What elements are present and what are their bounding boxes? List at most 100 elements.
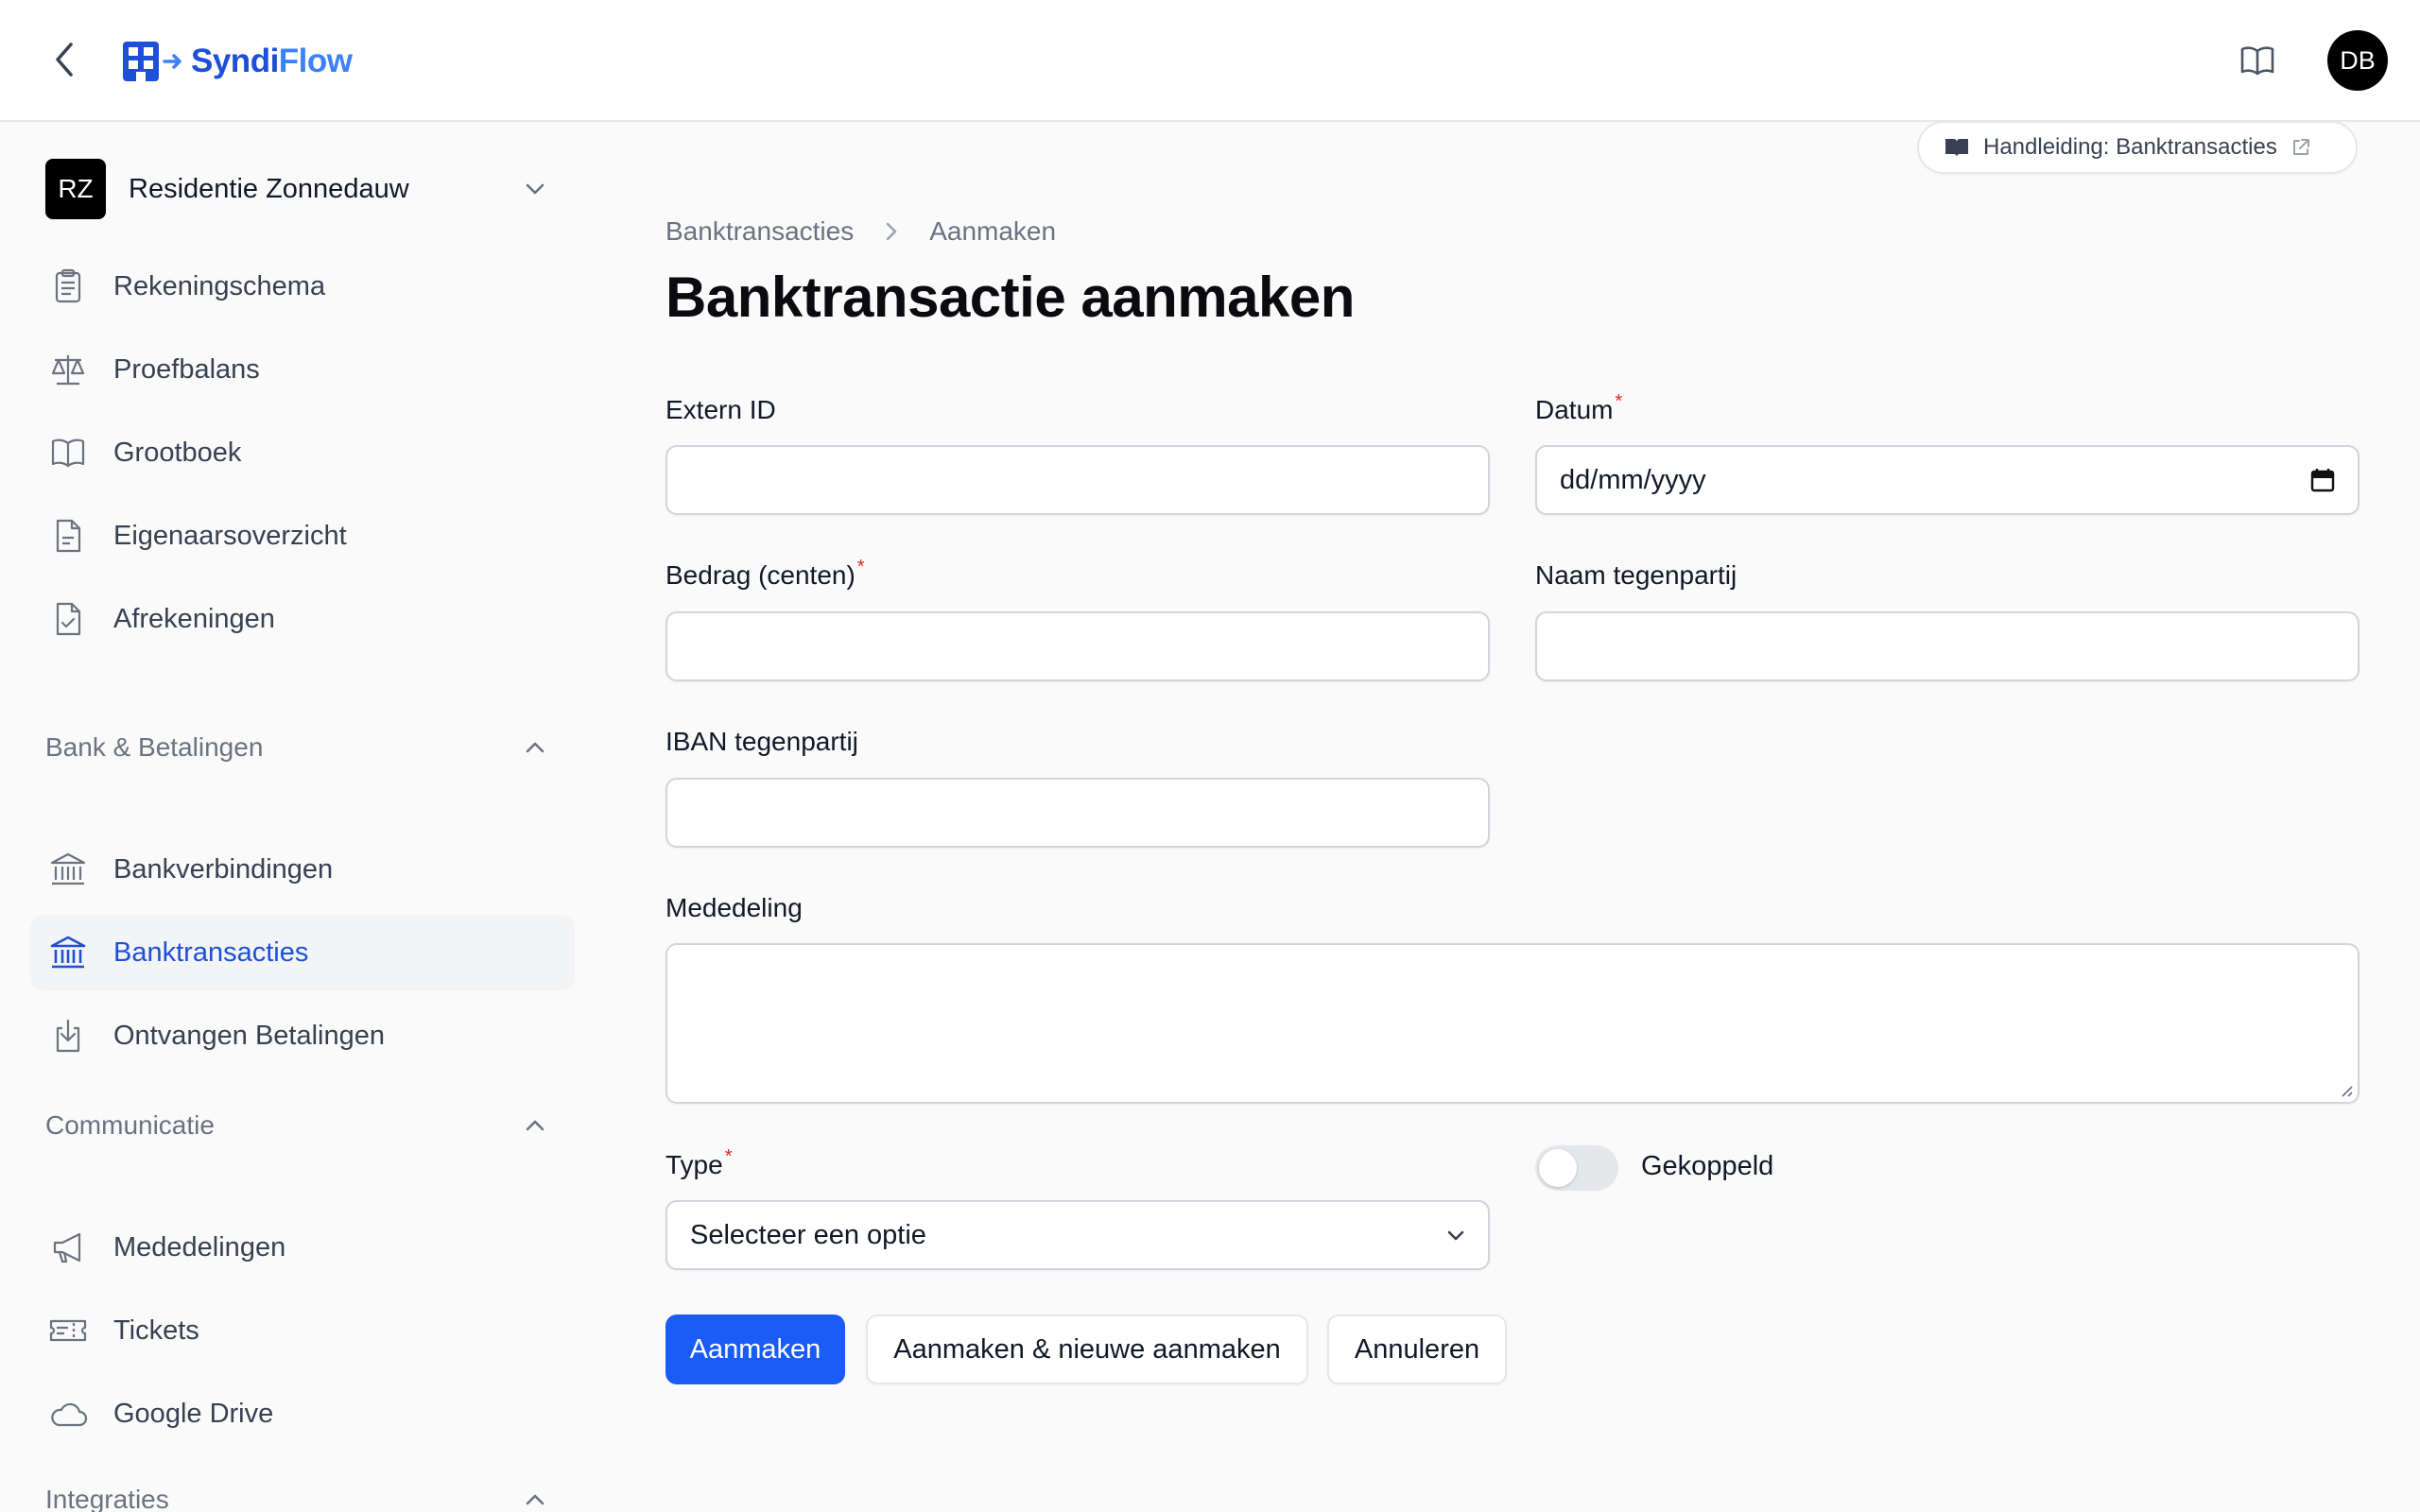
chevron-up-icon <box>526 742 544 753</box>
required-marker: * <box>1615 391 1623 412</box>
sidebar: RZ Residentie Zonnedauw Rekeningschema P… <box>0 124 586 1512</box>
chevron-left-icon <box>56 43 73 77</box>
sidebar-item-label: Mededelingen <box>113 1231 286 1263</box>
sidebar-item-grootboek[interactable]: Grootboek <box>30 415 575 490</box>
scale-icon <box>51 355 85 386</box>
sidebar-item-afrekeningen[interactable]: Afrekeningen <box>30 581 575 657</box>
breadcrumb-parent[interactable]: Banktransacties <box>666 216 854 247</box>
tenant-switcher[interactable]: RZ Residentie Zonnedauw <box>45 159 565 219</box>
naam-tegenpartij-input[interactable] <box>1535 611 2360 681</box>
type-select-value: Selecteer een optie <box>690 1219 926 1250</box>
type-label-text: Type <box>666 1150 723 1179</box>
book-open-icon <box>2240 46 2274 76</box>
breadcrumb-current: Aanmaken <box>929 216 1057 246</box>
building-logo-icon <box>123 42 182 81</box>
chevron-right-icon <box>886 222 897 241</box>
cancel-button[interactable]: Annuleren <box>1327 1314 1507 1384</box>
mededeling-label-text: Mededeling <box>666 893 803 922</box>
document-check-icon <box>56 602 81 636</box>
bedrag-input[interactable] <box>666 611 1490 681</box>
sidebar-item-tickets[interactable]: Tickets <box>30 1293 575 1368</box>
mededeling-textarea[interactable] <box>666 943 2360 1104</box>
type-label: Type * <box>666 1146 733 1180</box>
sidebar-item-label: Banktransacties <box>113 936 309 968</box>
ticket-icon <box>49 1319 87 1342</box>
mededeling-label: Mededeling <box>666 893 803 923</box>
sidebar-item-label: Tickets <box>113 1314 199 1346</box>
create-button[interactable]: Aanmaken <box>666 1314 845 1384</box>
iban-tegenpartij-label-text: IBAN tegenpartij <box>666 727 858 756</box>
extern-id-label: Extern ID <box>666 395 776 425</box>
sidebar-item-label: Rekeningschema <box>113 270 326 301</box>
back-button[interactable] <box>45 40 85 79</box>
sidebar-group-label: Bank & Betalingen <box>45 732 264 762</box>
iban-tegenpartij-input[interactable] <box>666 778 1490 848</box>
bank-icon <box>50 936 86 969</box>
help-manual-link[interactable]: Handleiding: Banktransacties <box>1917 121 2358 174</box>
book-open-icon <box>51 438 85 468</box>
help-manual-label: Handleiding: Banktransacties <box>1983 134 2277 160</box>
datum-value: dd/mm/yyyy <box>1560 464 1706 495</box>
bank-icon <box>50 852 86 885</box>
sidebar-item-bankverbindingen[interactable]: Bankverbindingen <box>30 832 575 907</box>
sidebar-item-label: Afrekeningen <box>113 603 275 634</box>
app-name: SyndiFlow <box>191 43 353 80</box>
sidebar-item-label: Bankverbindingen <box>113 853 334 885</box>
sidebar-group-label: Integraties <box>45 1485 169 1512</box>
gekoppeld-label: Gekoppeld <box>1641 1151 1774 1181</box>
chevron-down-icon <box>526 183 544 195</box>
download-document-icon <box>56 1019 80 1053</box>
bedrag-label-text: Bedrag (centen) <box>666 560 856 590</box>
sidebar-group-label: Communicatie <box>45 1110 215 1140</box>
external-link-icon <box>2292 139 2309 155</box>
breadcrumb: Banktransacties Aanmaken <box>666 214 1056 249</box>
type-select[interactable]: Selecteer een optie <box>666 1200 1490 1270</box>
megaphone-icon <box>53 1232 81 1263</box>
sidebar-group-integraties[interactable]: Integraties <box>45 1479 565 1512</box>
datum-label: Datum * <box>1535 391 1622 425</box>
chevron-down-icon <box>1447 1230 1464 1241</box>
chevron-up-icon <box>526 1494 544 1505</box>
sidebar-item-label: Proefbalans <box>113 353 260 385</box>
iban-tegenpartij-label: IBAN tegenpartij <box>666 727 858 757</box>
extern-id-input[interactable] <box>666 445 1490 515</box>
sidebar-group-bank[interactable]: Bank & Betalingen <box>45 727 565 768</box>
sidebar-item-ontvangen-betalingen[interactable]: Ontvangen Betalingen <box>30 998 575 1074</box>
required-marker: * <box>856 557 865 577</box>
top-bar: SyndiFlow DB <box>0 0 2420 122</box>
documentation-button[interactable] <box>2238 42 2276 79</box>
user-avatar[interactable]: DB <box>2327 30 2388 91</box>
sidebar-item-label: Ontvangen Betalingen <box>113 1020 385 1051</box>
sidebar-item-banktransacties[interactable]: Banktransacties <box>30 915 575 990</box>
datum-label-text: Datum <box>1535 395 1614 424</box>
app-logo[interactable]: SyndiFlow <box>123 40 353 83</box>
naam-tegenpartij-label: Naam tegenpartij <box>1535 560 1737 591</box>
required-marker: * <box>724 1146 733 1167</box>
sidebar-item-eigenaarsoverzicht[interactable]: Eigenaarsoverzicht <box>30 498 575 574</box>
book-icon <box>1945 139 1968 157</box>
sidebar-item-rekeningschema[interactable]: Rekeningschema <box>30 249 575 324</box>
sidebar-group-communicatie[interactable]: Communicatie <box>45 1105 565 1146</box>
sidebar-item-mededelingen[interactable]: Mededelingen <box>30 1210 575 1285</box>
page-title: Banktransactie aanmaken <box>666 266 1355 329</box>
clipboard-list-icon <box>55 268 81 303</box>
bedrag-label: Bedrag (centen) * <box>666 557 865 591</box>
resize-handle-icon[interactable] <box>2339 1083 2354 1098</box>
toggle-knob <box>1539 1149 1577 1187</box>
tenant-badge: RZ <box>45 159 106 219</box>
sidebar-item-proefbalans[interactable]: Proefbalans <box>30 332 575 407</box>
create-another-button[interactable]: Aanmaken & nieuwe aanmaken <box>866 1314 1308 1384</box>
naam-tegenpartij-label-text: Naam tegenpartij <box>1535 560 1737 590</box>
datum-input[interactable]: dd/mm/yyyy <box>1535 445 2360 515</box>
extern-id-label-text: Extern ID <box>666 395 776 424</box>
cloud-icon <box>51 1402 88 1427</box>
sidebar-item-google-drive[interactable]: Google Drive <box>30 1376 575 1452</box>
gekoppeld-toggle[interactable] <box>1535 1145 1618 1191</box>
sidebar-item-label: Eigenaarsoverzicht <box>113 520 347 551</box>
sidebar-item-label: Grootboek <box>113 437 242 468</box>
sidebar-item-label: Google Drive <box>113 1398 274 1429</box>
app-name-part2: Flow <box>278 43 353 79</box>
calendar-icon[interactable] <box>2310 468 2335 492</box>
tenant-name: Residentie Zonnedauw <box>129 173 409 204</box>
document-text-icon <box>56 519 81 553</box>
